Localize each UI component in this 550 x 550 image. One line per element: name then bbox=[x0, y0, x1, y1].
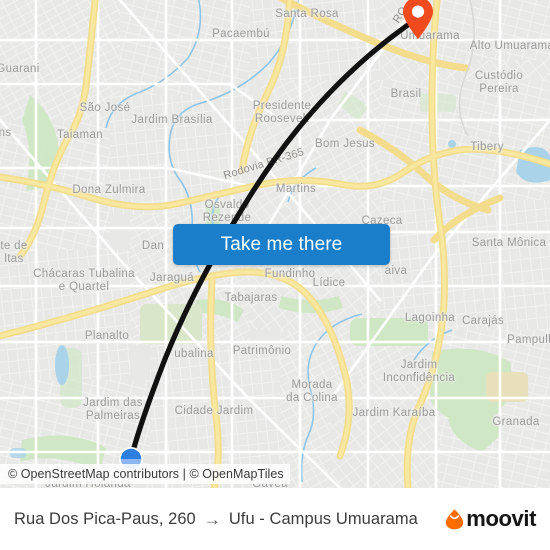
route-summary: Rua Dos Pica-Paus, 260 → Ufu - Campus Um… bbox=[14, 510, 445, 529]
moovit-wordmark: moovit bbox=[466, 506, 536, 531]
arrow-right-icon: → bbox=[203, 510, 221, 529]
map-attribution[interactable]: © OpenStreetMap contributors | © OpenMap… bbox=[0, 464, 290, 484]
destination-label: Ufu - Campus Umuarama bbox=[228, 509, 418, 528]
moovit-route-screen: Santa Rosa Umuarama Alto Umuarama Pacaembú G… bbox=[0, 0, 550, 550]
origin-label: Rua Dos Pica-Paus, 260 bbox=[14, 509, 196, 528]
take-me-there-label: Take me there bbox=[220, 233, 343, 255]
map-container[interactable]: Santa Rosa Umuarama Alto Umuarama Pacaembú G… bbox=[0, 0, 550, 488]
take-me-there-button[interactable]: Take me there bbox=[173, 224, 390, 265]
moovit-pin-icon bbox=[446, 508, 464, 529]
moovit-logo[interactable]: moovit bbox=[445, 506, 536, 532]
route-footer: Rua Dos Pica-Paus, 260 → Ufu - Campus Um… bbox=[0, 488, 550, 550]
